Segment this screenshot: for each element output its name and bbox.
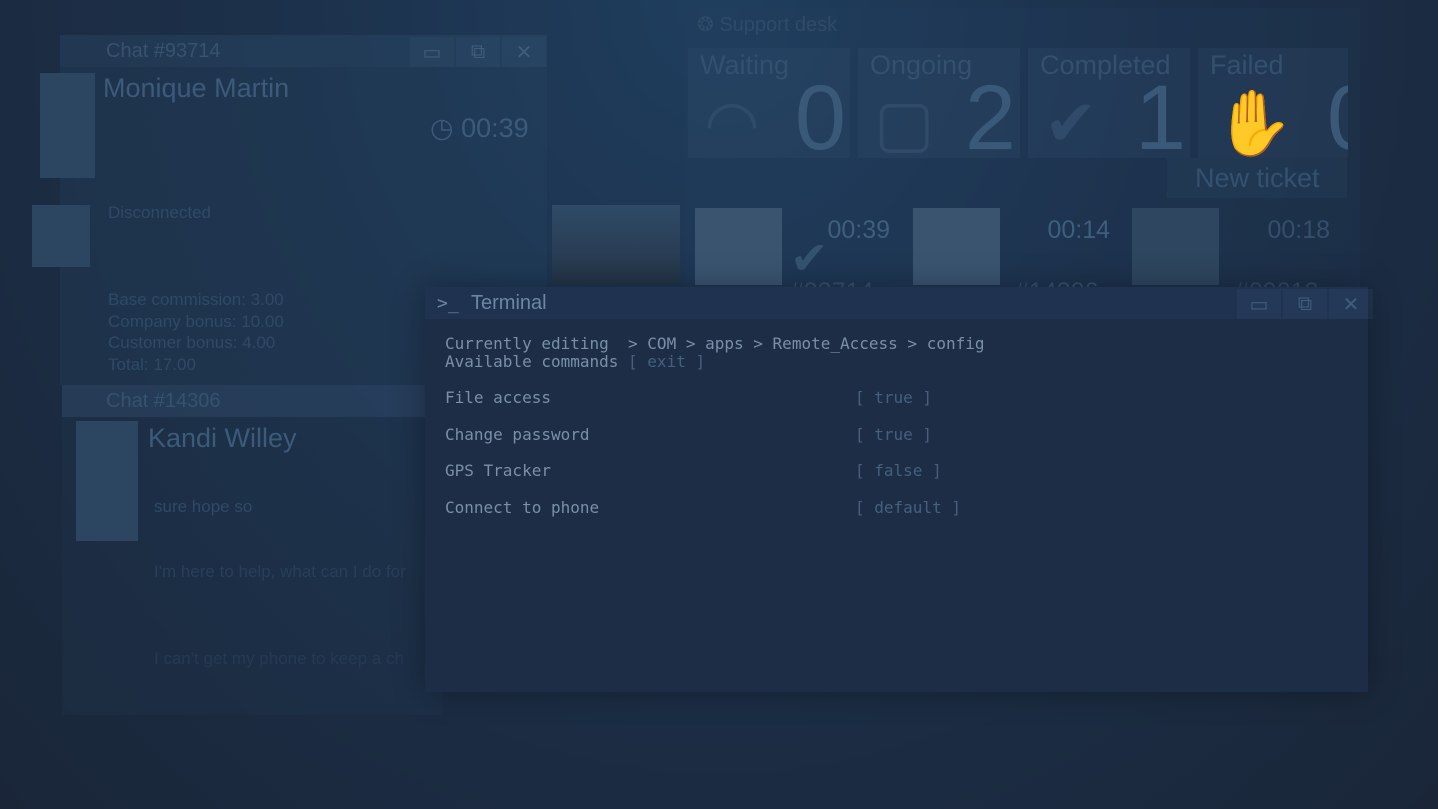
setting-file-access: File access [445,388,551,407]
minimize-button[interactable]: ▭ [410,37,454,67]
customer-name: Monique Martin [103,73,290,103]
stat-value: 2 [964,67,1016,169]
support-desk-title: ❂ Support desk [697,12,837,37]
ticket-09012[interactable]: 00:18 #09012 [1235,216,1330,293]
setting-connect-to-phone: Connect to phone [445,498,600,517]
editing-label: Currently editing [445,334,609,353]
setting-value[interactable]: [ default ] [855,498,961,517]
stat-label: Waiting [700,50,790,80]
chat-title: Chat #14306 [62,385,442,417]
path-segment[interactable]: apps [705,334,744,353]
path-segment[interactable]: config [927,334,985,353]
thumb-down-icon: ✋ [1214,87,1294,158]
close-button[interactable]: ✕ [1329,289,1373,319]
path-segment[interactable]: COM [647,334,676,353]
base-commission: Base commission: 3.00 [108,290,284,309]
setting-value[interactable]: [ true ] [855,425,932,444]
setting-change-password: Change password [445,425,590,444]
check-icon: ✔ [1044,87,1098,159]
value-text: true [874,425,913,444]
terminal-icon: >_ [437,292,459,314]
terminal-title: Terminal [471,291,547,314]
avatar [32,205,90,267]
total: Total: 17.00 [108,354,196,374]
terminal-window: >_ Terminal ▭ ⧉ ✕ Currently editing > COM… [425,287,1373,692]
ticket-14306[interactable]: 00:14 #14306 [1015,216,1110,293]
ticket-time: 00:14 [1047,216,1110,244]
message: I can't get my phone to keep a ch [154,649,404,668]
ticket-93714[interactable]: 00:39 ✔ #93714 [790,216,890,293]
clock-icon: ◷ [430,113,454,143]
stat-value: 1 [1134,67,1186,169]
customer-name: Kandi Willey [148,423,297,453]
window-icon: ▢ [874,87,935,159]
support-desk-window: ❂ Support desk Waiting ◠ 0 Ongoing ▢ 2 Compl… [685,8,1360,293]
popout-button[interactable]: ⧉ [1283,289,1327,319]
ticket-avatar [1132,208,1219,285]
avatar [40,73,95,178]
setting-value[interactable]: [ true ] [855,388,932,407]
close-button[interactable]: ✕ [502,37,546,67]
commands-label: Available commands [445,352,619,371]
terminal-titlebar[interactable]: >_ Terminal [425,287,1368,319]
chat-window-14306: Chat #14306 Kandi Willey sure hope so I'… [62,385,442,715]
stat-value: 0 [794,67,846,169]
editing-path: Currently editing > COM > apps > Remote_… [445,334,985,353]
wifi-icon: ◠ [704,87,760,159]
timer: ◷ 00:39 [430,113,529,144]
value-text: default [874,498,942,517]
stat-label: Failed [1210,50,1284,80]
ticket-avatar [913,208,1000,285]
setting-gps-tracker: GPS Tracker [445,461,551,480]
path-segment[interactable]: Remote_Access [773,334,898,353]
stat-completed: Completed ✔ 1 [1028,48,1190,169]
ticket-time: 00:18 [1267,216,1330,244]
new-ticket-button[interactable]: New ticket [1167,158,1347,198]
setting-value[interactable]: [ false ] [855,461,942,480]
timer-value: 00:39 [461,113,529,143]
stat-label: Ongoing [870,50,973,80]
status-text: Disconnected [108,203,212,222]
ticket-avatar [695,208,782,285]
exit-command[interactable]: exit [647,352,686,371]
stat-ongoing: Ongoing ▢ 2 [858,48,1020,169]
lifebuoy-icon: ❂ [697,14,714,36]
customer-bonus: Customer bonus: 4.00 [108,333,276,352]
stat-waiting: Waiting ◠ 0 [688,48,850,169]
value-text: true [874,388,913,407]
avatar [76,421,138,541]
message: I'm here to help, what can I do for [154,562,406,581]
popout-button[interactable]: ⧉ [456,37,500,67]
landscape-image [552,205,680,285]
stat-failed: Failed ✋ 0 [1198,48,1348,158]
title-text: Support desk [719,14,838,36]
commission-summary: Base commission: 3.00 Company bonus: 10.… [108,289,284,375]
stat-value: 0 [1327,66,1348,158]
value-text: false [874,461,923,480]
company-bonus: Company bonus: 10.00 [108,311,284,331]
message: sure hope so [154,497,253,516]
available-commands: Available commands [ exit ] [445,352,706,371]
minimize-button[interactable]: ▭ [1237,289,1281,319]
